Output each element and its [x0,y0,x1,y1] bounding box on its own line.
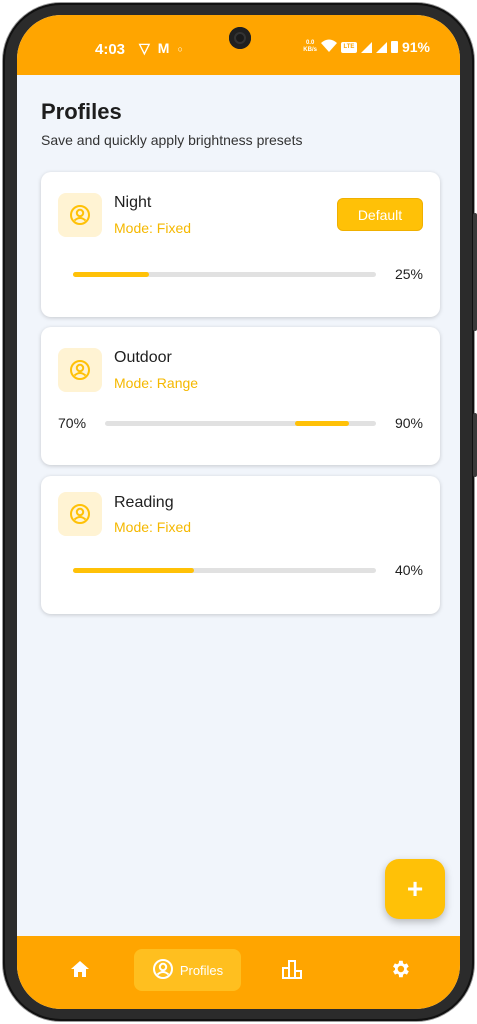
range-min-value: 70% [58,415,87,431]
profile-name: Outdoor [114,349,172,366]
vpn-icon: ▽ [139,40,150,56]
bottom-nav: Profiles [17,936,460,1009]
profile-card-night[interactable]: Night Mode: Fixed Default 25% [41,172,440,317]
wifi-icon [320,39,337,55]
status-right-icons: 0.0 KB/s LTE 91% [303,39,430,55]
profile-card-reading[interactable]: Reading Mode: Fixed 40% [41,476,440,614]
status-left-icons: ▽ M ○ [139,40,183,58]
brightness-bar [73,568,376,573]
nav-stats[interactable] [269,949,315,991]
brightness-value: 25% [394,266,423,282]
volte-icon: LTE [340,41,357,53]
nav-profiles-label: Profiles [179,962,224,978]
volume-button [473,213,477,331]
profile-name: Reading [114,494,174,511]
profile-icon [152,958,174,983]
status-bar: 4:03 ▽ M ○ 0.0 KB/s LTE 91% [17,15,460,75]
page-subtitle: Save and quickly apply brightness preset… [41,132,303,148]
gear-icon [389,958,411,983]
gmail-icon: M [157,40,170,56]
profile-name: Night [114,194,152,211]
add-profile-button[interactable]: + [385,859,445,919]
chart-icon [281,959,303,982]
range-max-value: 90% [394,415,423,431]
profile-icon [58,492,102,536]
brightness-range-bar [105,421,376,426]
battery-icon [390,41,398,53]
front-camera [229,27,251,49]
profile-icon [58,348,102,392]
power-button [473,413,477,477]
brightness-fill [73,272,149,277]
brightness-range-fill [294,421,349,426]
nav-profiles[interactable]: Profiles [134,949,241,991]
dot-icon: ○ [177,44,183,54]
profile-mode: Mode: Fixed [114,220,192,236]
home-icon [70,960,90,981]
page-title: Profiles [41,99,122,124]
phone-frame: 4:03 ▽ M ○ 0.0 KB/s LTE 91% Profiles Sav… [3,3,477,1021]
net-speed: 0.0 KB/s [303,40,317,53]
default-button[interactable]: Default [337,198,423,231]
nav-home[interactable] [57,949,103,991]
profile-mode: Mode: Range [114,375,199,391]
profile-mode: Mode: Fixed [114,519,192,535]
profile-icon [58,193,102,237]
signal-icon [360,41,372,53]
nav-settings[interactable] [377,949,423,991]
status-time: 4:03 [95,41,126,58]
battery-percent: 91% [401,39,430,55]
brightness-value: 40% [394,562,423,578]
brightness-bar [73,272,376,277]
signal-icon-2 [375,41,387,53]
screen: 4:03 ▽ M ○ 0.0 KB/s LTE 91% Profiles Sav… [17,15,460,1009]
profile-card-outdoor[interactable]: Outdoor Mode: Range 70% 90% [41,327,440,465]
brightness-fill [73,568,195,573]
